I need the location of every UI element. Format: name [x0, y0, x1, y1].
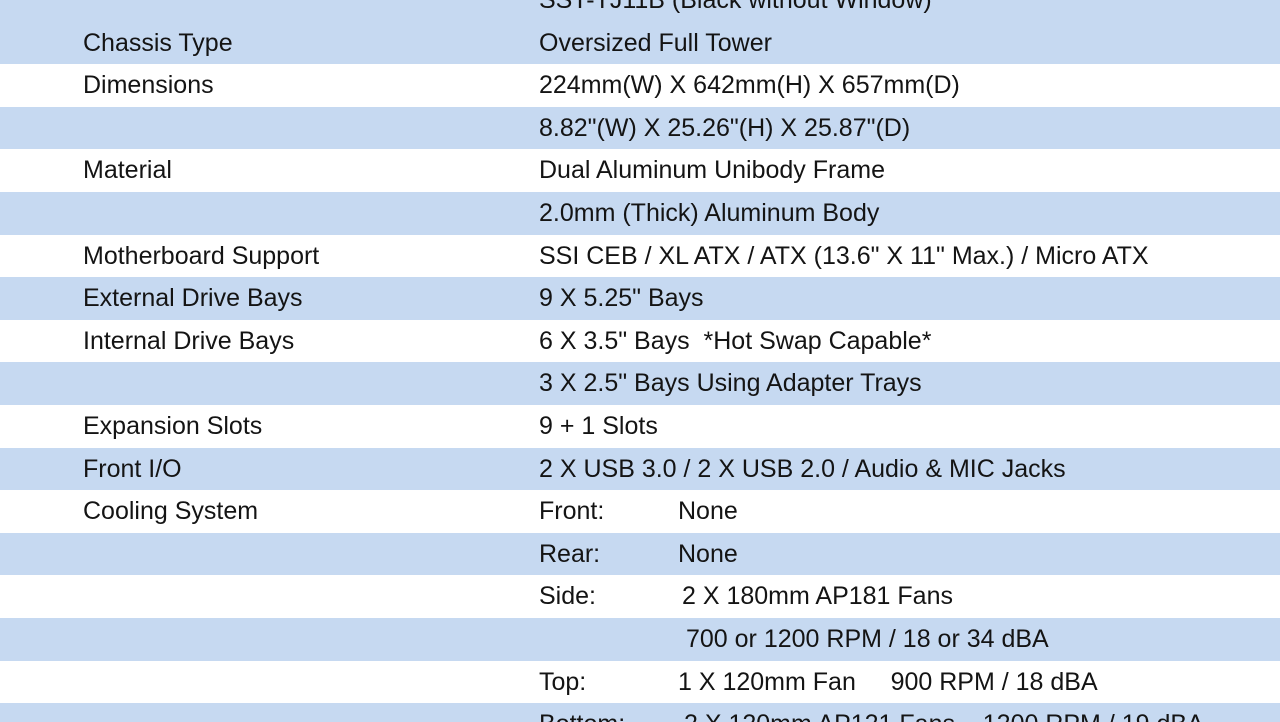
row-value: Oversized Full Tower: [539, 28, 772, 57]
row-value: SST-TJ11B (Black without Window): [539, 0, 932, 14]
row-label: Internal Drive Bays: [83, 326, 295, 355]
spec-table: SST-TJ11B (Black without Window) Chassis…: [0, 0, 1280, 722]
cooling-position-value: None: [678, 497, 738, 526]
row-label: External Drive Bays: [83, 284, 303, 313]
row-value: 8.82"(W) X 25.26"(H) X 25.87"(D): [539, 113, 911, 142]
row-label: Expansion Slots: [83, 411, 263, 440]
row-value: 6 X 3.5" Bays *Hot Swap Capable*: [539, 326, 932, 355]
table-row-material-body: 2.0mm (Thick) Aluminum Body: [0, 191, 1280, 235]
table-row-model: SST-TJ11B (Black without Window): [0, 0, 1280, 22]
cooling-position-value: 700 or 1200 RPM / 18 or 34 dBA: [686, 624, 1049, 653]
cooling-position-label: Bottom:: [539, 703, 625, 722]
table-row-dimensions: Dimensions 224mm(W) X 642mm(H) X 657mm(D…: [0, 64, 1280, 107]
table-row-front-io: Front I/O 2 X USB 3.0 / 2 X USB 2.0 / Au…: [0, 447, 1280, 491]
row-value: Dual Aluminum Unibody Frame: [539, 156, 885, 185]
row-value: 2 X USB 3.0 / 2 X USB 2.0 / Audio & MIC …: [539, 454, 1066, 483]
table-row-chassis-type: Chassis Type Oversized Full Tower: [0, 21, 1280, 65]
row-label: Cooling System: [83, 497, 259, 526]
table-row-external-drive-bays: External Drive Bays 9 X 5.25" Bays: [0, 277, 1280, 320]
table-row-cooling-side: Side: 2 X 180mm AP181 Fans: [0, 575, 1280, 618]
cooling-position-value: 2 X 120mm AP121 Fans 1200 RPM / 19 dBA: [684, 703, 1204, 722]
table-row-expansion-slots: Expansion Slots 9 + 1 Slots: [0, 404, 1280, 448]
row-value: SSI CEB / XL ATX / ATX (13.6" X 11" Max.…: [539, 241, 1149, 270]
table-row-internal-drive-bays: Internal Drive Bays 6 X 3.5" Bays *Hot S…: [0, 319, 1280, 363]
table-row-material: Material Dual Aluminum Unibody Frame: [0, 149, 1280, 192]
row-value: 9 + 1 Slots: [539, 411, 658, 440]
cooling-position-label: Front:: [539, 497, 605, 526]
row-label: Motherboard Support: [83, 241, 320, 270]
cooling-position-value: 2 X 180mm AP181 Fans: [682, 582, 953, 611]
row-label: Dimensions: [83, 71, 214, 100]
row-label: Chassis Type: [83, 28, 233, 57]
table-row-cooling-front: Cooling System Front: None: [0, 490, 1280, 533]
cooling-position-label: Top:: [539, 667, 587, 696]
cooling-position-label: Side:: [539, 582, 596, 611]
row-value: 2.0mm (Thick) Aluminum Body: [539, 198, 880, 227]
row-value: 224mm(W) X 642mm(H) X 657mm(D): [539, 71, 960, 100]
cooling-position-label: Rear:: [539, 539, 601, 568]
table-row-cooling-side-detail: 700 or 1200 RPM / 18 or 34 dBA: [0, 617, 1280, 661]
row-value: 9 X 5.25" Bays: [539, 284, 704, 313]
table-row-cooling-bottom: Bottom: 2 X 120mm AP121 Fans 1200 RPM / …: [0, 703, 1280, 722]
cooling-position-value: None: [678, 539, 738, 568]
table-row-internal-drive-bays-adapter: 3 X 2.5" Bays Using Adapter Trays: [0, 362, 1280, 405]
table-row-cooling-top: Top: 1 X 120mm Fan 900 RPM / 18 dBA: [0, 660, 1280, 704]
table-row-motherboard-support: Motherboard Support SSI CEB / XL ATX / A…: [0, 234, 1280, 278]
row-label: Front I/O: [83, 454, 182, 483]
row-value: 3 X 2.5" Bays Using Adapter Trays: [539, 369, 922, 398]
table-row-cooling-rear: Rear: None: [0, 532, 1280, 576]
table-row-dimensions-inches: 8.82"(W) X 25.26"(H) X 25.87"(D): [0, 106, 1280, 150]
cooling-position-value: 1 X 120mm Fan 900 RPM / 18 dBA: [678, 667, 1098, 696]
row-label: Material: [83, 156, 172, 185]
